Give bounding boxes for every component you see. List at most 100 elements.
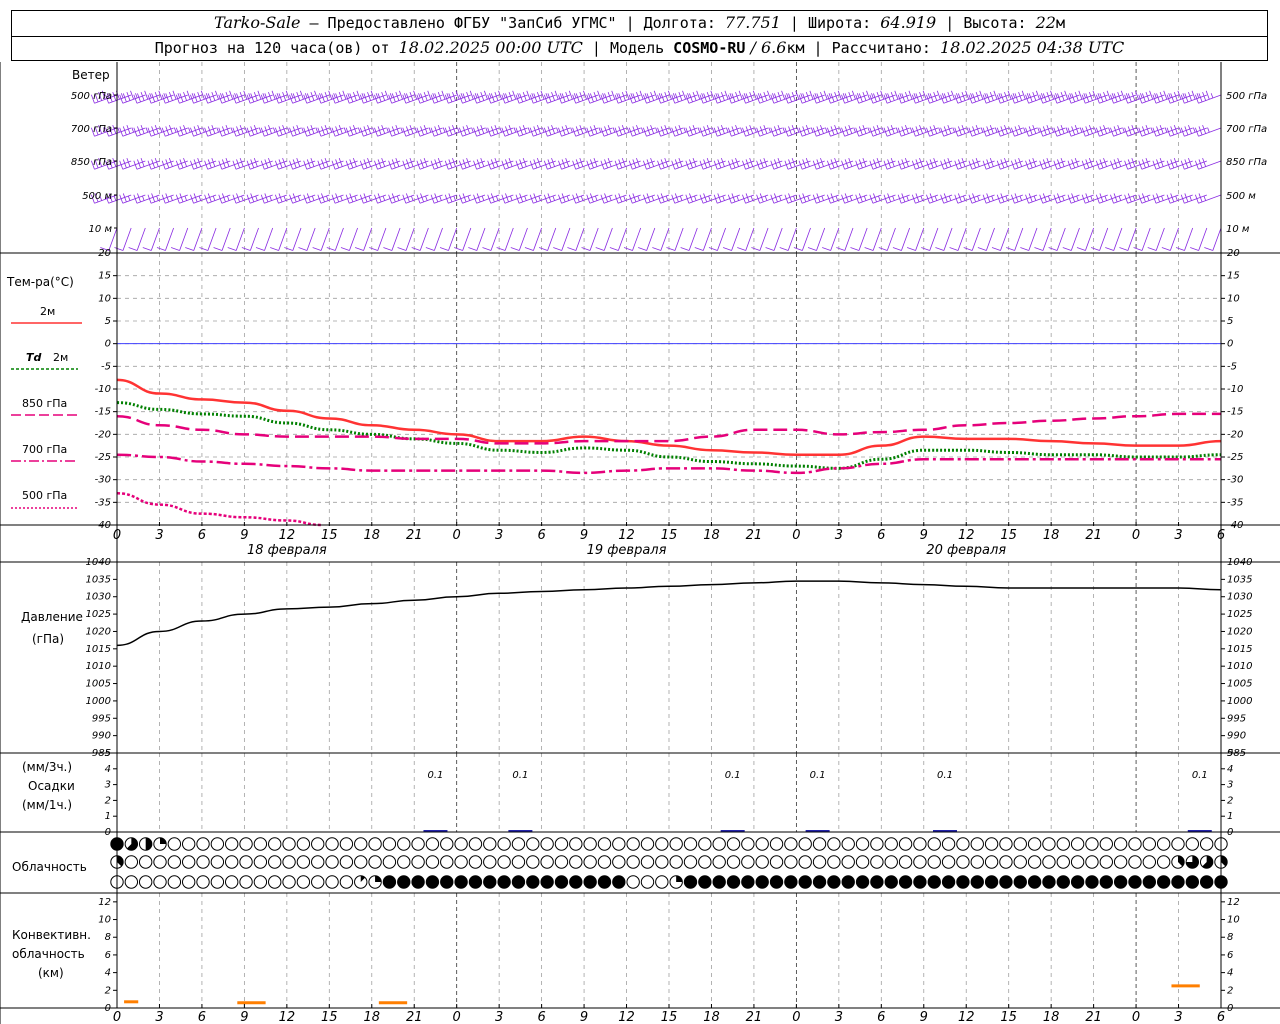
wind-level-label-left: 850 гПа (71, 157, 112, 168)
cloud-high-outline (827, 837, 841, 851)
wind-level-label-right: 500 м (1226, 191, 1256, 202)
cloud-low-fill (426, 875, 439, 889)
cloud-low-fill (483, 875, 496, 889)
conv-hour-label: 9 (240, 1010, 248, 1024)
cloud-middle-outline (683, 855, 698, 869)
wind-barb-4 (722, 227, 741, 251)
temp-hour-label: 12 (618, 528, 635, 543)
wind-level-label-right: 850 гПа (1226, 157, 1267, 168)
prec-ylabel-right: 5 (1227, 748, 1233, 759)
cloud-high-outline (683, 837, 698, 851)
wind-barb-4 (128, 227, 146, 251)
temp-ylabel-left: 10 (98, 293, 111, 304)
cloud-high-outline (870, 837, 884, 851)
conv-hour-label: 6 (877, 1010, 885, 1024)
cloud-high-outline (612, 837, 626, 851)
cloud-high-outline (354, 837, 368, 851)
conv-hour-label: 12 (618, 1010, 635, 1024)
temp-ylabel-right: -10 (1227, 384, 1243, 395)
temp-ylabel-right: -20 (1227, 429, 1243, 440)
cloud-high-outline (841, 837, 855, 851)
wind-barb-4 (553, 227, 571, 251)
cloud-low-fill (899, 875, 912, 889)
cloud-low-fill (755, 875, 769, 889)
conv-hour-label: 15 (661, 1010, 678, 1024)
wind-barb-4 (397, 227, 415, 251)
cloud-low-fill (842, 875, 855, 889)
cloud-low-fill (598, 875, 611, 889)
wind-barb-4 (609, 227, 627, 251)
legend-500-label: 500 гПа (22, 489, 67, 502)
cloud-middle-outline (798, 855, 812, 869)
wind-barb-4 (524, 227, 542, 251)
pres-ylabel-left: 990 (92, 731, 111, 742)
precip-3h-label: (мм/3ч.) (22, 760, 72, 774)
cloud-low-outline (339, 875, 354, 889)
pres-ylabel-right: 1040 (1227, 557, 1252, 568)
cloud-middle-outline (440, 855, 454, 869)
cloud-high-outline (253, 837, 268, 851)
conv-hour-label: 9 (580, 1010, 588, 1024)
temp-ylabel-left: 5 (105, 316, 111, 327)
temp-ylabel-left: -30 (95, 475, 111, 486)
temp-hour-label: 21 (1085, 528, 1102, 543)
conv-ylabel-left: 0 (105, 1003, 111, 1014)
legend-700-label: 700 гПа (22, 443, 67, 456)
cloud-low-outline (626, 875, 640, 889)
cloud-high-outline (640, 837, 655, 851)
conv-hour-label: 0 (113, 1010, 121, 1024)
cloud-high-outline (282, 837, 296, 851)
wind-barb-4 (906, 227, 925, 251)
wind-barb-4 (765, 227, 783, 251)
temp-ylabel-left: 20 (98, 248, 111, 259)
wind-level-label-right: 500 гПа (1226, 91, 1267, 102)
pres-ylabel-left: 1010 (86, 661, 111, 672)
cloud-high-outline (339, 837, 354, 851)
cloud-low-outline (138, 875, 153, 889)
cloud-middle-outline (497, 855, 511, 869)
cloud-middle-outline (669, 855, 683, 869)
conv-hour-label: 15 (321, 1010, 338, 1024)
precip-1h-label: (мм/1ч.) (22, 798, 72, 812)
wind-barb-4 (482, 227, 500, 251)
pres-ylabel-left: 1030 (86, 592, 111, 603)
precip-value-label: 0.1 (512, 770, 528, 781)
wind-barb-4 (1119, 227, 1137, 251)
cloud-high-outline (296, 837, 311, 851)
cloud-high-outline (210, 837, 225, 851)
convective-panel (124, 984, 1200, 1005)
prec-ylabel-left: 5 (105, 748, 111, 759)
cloud-middle-outline (1013, 855, 1027, 869)
cloud-low-fill (555, 875, 568, 889)
wind-barb-4 (1204, 227, 1222, 251)
cloud-high-outline (311, 837, 325, 851)
conv-ylabel-left: 6 (105, 950, 111, 961)
cloud-middle-outline (870, 855, 884, 869)
cloud-low-fill (928, 875, 941, 889)
cloud-middle-outline (526, 855, 540, 869)
cloud-high-outline (382, 837, 397, 851)
wind-barb-4 (652, 227, 670, 251)
temp-ylabel-left: -20 (95, 429, 111, 440)
pressure-label: Давление (21, 610, 83, 624)
cloud-middle-outline (640, 855, 655, 869)
cloud-middle-outline (425, 855, 440, 869)
wind-barb-4 (170, 227, 189, 251)
temp-hour-label: 6 (1217, 528, 1225, 543)
wind-barb-4 (340, 227, 358, 251)
wind-level-label-left: 700 гПа (71, 124, 112, 135)
conv-hour-label: 0 (1132, 1010, 1140, 1024)
cloud-high-outline (1185, 837, 1200, 851)
cloud-low-outline (239, 875, 253, 889)
legend-t2m-label: 2м (40, 305, 55, 318)
wind-level-label-left: 500 гПа (71, 91, 112, 102)
temp-ylabel-left: -5 (101, 361, 111, 372)
cloud-low-fill (1014, 875, 1027, 889)
cloud-middle-outline (956, 855, 970, 869)
pres-ylabel-right: 995 (1227, 713, 1246, 724)
cloud-panel (110, 837, 1228, 889)
cloud-high-outline (927, 837, 941, 851)
wind-barb-4 (1020, 227, 1038, 251)
cloud-low-fill (827, 875, 841, 889)
cloud-high-outline (181, 837, 196, 851)
